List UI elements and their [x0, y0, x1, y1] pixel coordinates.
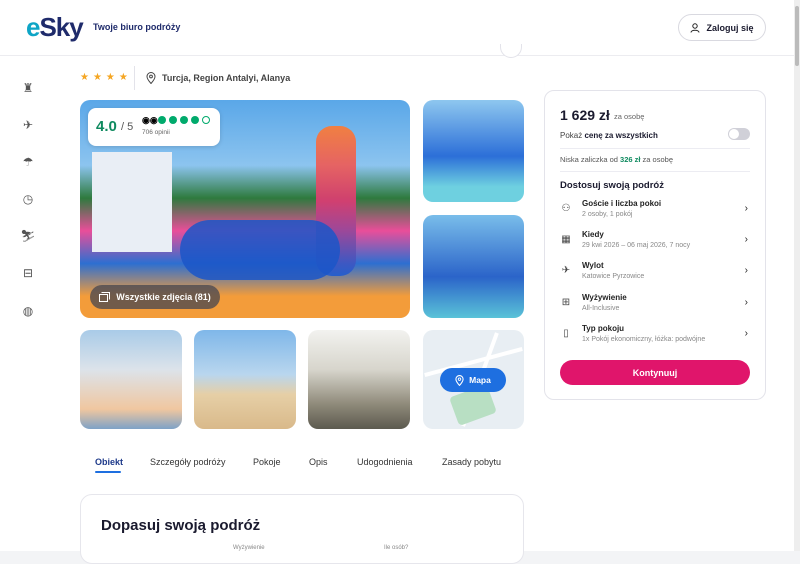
active-tab-indicator	[95, 471, 121, 473]
water-slide	[180, 220, 340, 280]
chevron-right-icon: ›	[744, 297, 748, 308]
globe-icon[interactable]: ◍	[20, 303, 36, 319]
continue-button[interactable]: Kontynuuj	[560, 360, 750, 385]
tab-zasady-pobytu[interactable]: Zasady pobytu	[442, 457, 501, 467]
chevron-right-icon: ›	[744, 265, 748, 276]
divider	[560, 148, 750, 149]
field-label-board: Wyżywienie	[233, 545, 265, 551]
flight-icon[interactable]: ✈	[20, 117, 36, 133]
hotel-building	[92, 152, 172, 252]
photo-thumbnail[interactable]	[194, 330, 296, 429]
all-photos-label: Wszystkie zdjęcia (81)	[116, 292, 211, 302]
plane-icon: ✈	[561, 265, 571, 276]
hotel-stars: ★★★★	[80, 72, 132, 83]
tab-obiekt[interactable]: Obiekt	[95, 457, 123, 467]
option-board[interactable]: ⊞ Wyżywienie All-Inclusive ›	[560, 293, 750, 319]
chevron-right-icon: ›	[744, 328, 748, 339]
food-icon: ⊞	[561, 297, 571, 308]
total-price-toggle[interactable]	[728, 128, 750, 140]
hotel-location[interactable]: Turcja, Region Antalyi, Alanya	[146, 72, 290, 84]
field-label-people: Ile osób?	[384, 545, 409, 551]
clock-icon[interactable]: ◷	[20, 191, 36, 207]
divider	[560, 171, 750, 172]
tab-szczegoly-podrozy[interactable]: Szczegóły podróży	[150, 457, 226, 467]
bed-icon[interactable]: ⊟	[20, 265, 36, 281]
show-total-price-label: Pokaż cenę za wszystkich	[560, 131, 658, 140]
tab-pokoje[interactable]: Pokoje	[253, 457, 281, 467]
rating-score: 4.0	[96, 118, 117, 135]
location-pin-icon	[146, 72, 156, 84]
ski-icon[interactable]: ⛷	[20, 228, 36, 244]
booking-panel: 1 629 zł za osobę Pokaż cenę za wszystki…	[544, 90, 766, 400]
rating-card: 4.0 / 5 ◉◉ 706 opinii	[88, 108, 220, 146]
map-label: Mapa	[469, 375, 491, 385]
price: 1 629 zł	[560, 107, 610, 123]
section-title: Dopasuj swoją podróż	[101, 517, 261, 534]
beach-icon[interactable]: ☂	[20, 154, 36, 170]
all-photos-button[interactable]: Wszystkie zdjęcia (81)	[90, 285, 220, 309]
section-tabs: Obiekt Szczegóły podróży Pokoje Opis Udo…	[80, 452, 524, 476]
calendar-icon: ▦	[561, 234, 571, 245]
top-header: eSky Twoje biuro podróży Zaloguj się	[0, 0, 800, 56]
map-pin-icon	[455, 374, 464, 386]
rating-dot-filled	[191, 116, 199, 124]
location-text: Turcja, Region Antalyi, Alanya	[162, 73, 291, 83]
tab-udogodnienia[interactable]: Udogodnienia	[357, 457, 413, 467]
option-departure[interactable]: ✈ Wylot Katowice Pyrzowice ›	[560, 261, 750, 287]
customize-section: Dopasuj swoją podróż Wyżywienie Ile osób…	[80, 494, 524, 564]
rating-dots	[158, 116, 210, 124]
divider	[134, 66, 135, 90]
tab-opis[interactable]: Opis	[309, 457, 328, 467]
option-room-type[interactable]: ▯ Typ pokoju 1x Pokój ekonomiczny, łóżka…	[560, 324, 750, 350]
deposit-info: Niska zaliczka od 326 zł za osobę	[560, 155, 673, 164]
chevron-right-icon: ›	[744, 234, 748, 245]
price-per-person: za osobę	[614, 112, 645, 121]
rating-dot-filled	[158, 116, 166, 124]
esky-logo[interactable]: eSky	[26, 12, 84, 43]
scrollbar[interactable]	[794, 0, 800, 551]
rating-dot-filled	[180, 116, 188, 124]
guests-icon: ⚇	[561, 203, 571, 214]
rating-dot-filled	[169, 116, 177, 124]
rating-max: / 5	[121, 121, 134, 133]
option-dates[interactable]: ▦ Kiedy 29 kwi 2026 – 06 maj 2026, 7 noc…	[560, 230, 750, 256]
option-guests[interactable]: ⚇ Goście i liczba pokoi 2 osoby, 1 pokój…	[560, 199, 750, 225]
rating-dot-empty	[202, 116, 210, 124]
left-sidebar: ♜ ✈ ☂ ◷ ⛷ ⊟ ◍	[0, 56, 56, 551]
chevron-right-icon: ›	[744, 203, 748, 214]
gallery-icon	[99, 292, 111, 302]
customize-title: Dostosuj swoją podróż	[560, 180, 664, 191]
map-button[interactable]: Mapa	[440, 368, 506, 392]
tagline: Twoje biuro podróży	[93, 22, 181, 32]
photo-thumbnail[interactable]	[80, 330, 182, 429]
opinions-count[interactable]: 706 opinii	[142, 129, 170, 136]
photo-thumbnail[interactable]	[423, 215, 524, 318]
door-icon: ▯	[563, 328, 569, 339]
tripadvisor-icon: ◉◉	[142, 115, 158, 125]
photo-thumbnail[interactable]	[308, 330, 410, 429]
login-button[interactable]: Zaloguj się	[678, 14, 766, 41]
photo-thumbnail[interactable]	[423, 100, 524, 202]
user-icon	[690, 22, 700, 33]
scrollbar-thumb[interactable]	[795, 6, 799, 66]
hotel-icon[interactable]: ♜	[20, 80, 36, 96]
login-label: Zaloguj się	[706, 22, 754, 33]
